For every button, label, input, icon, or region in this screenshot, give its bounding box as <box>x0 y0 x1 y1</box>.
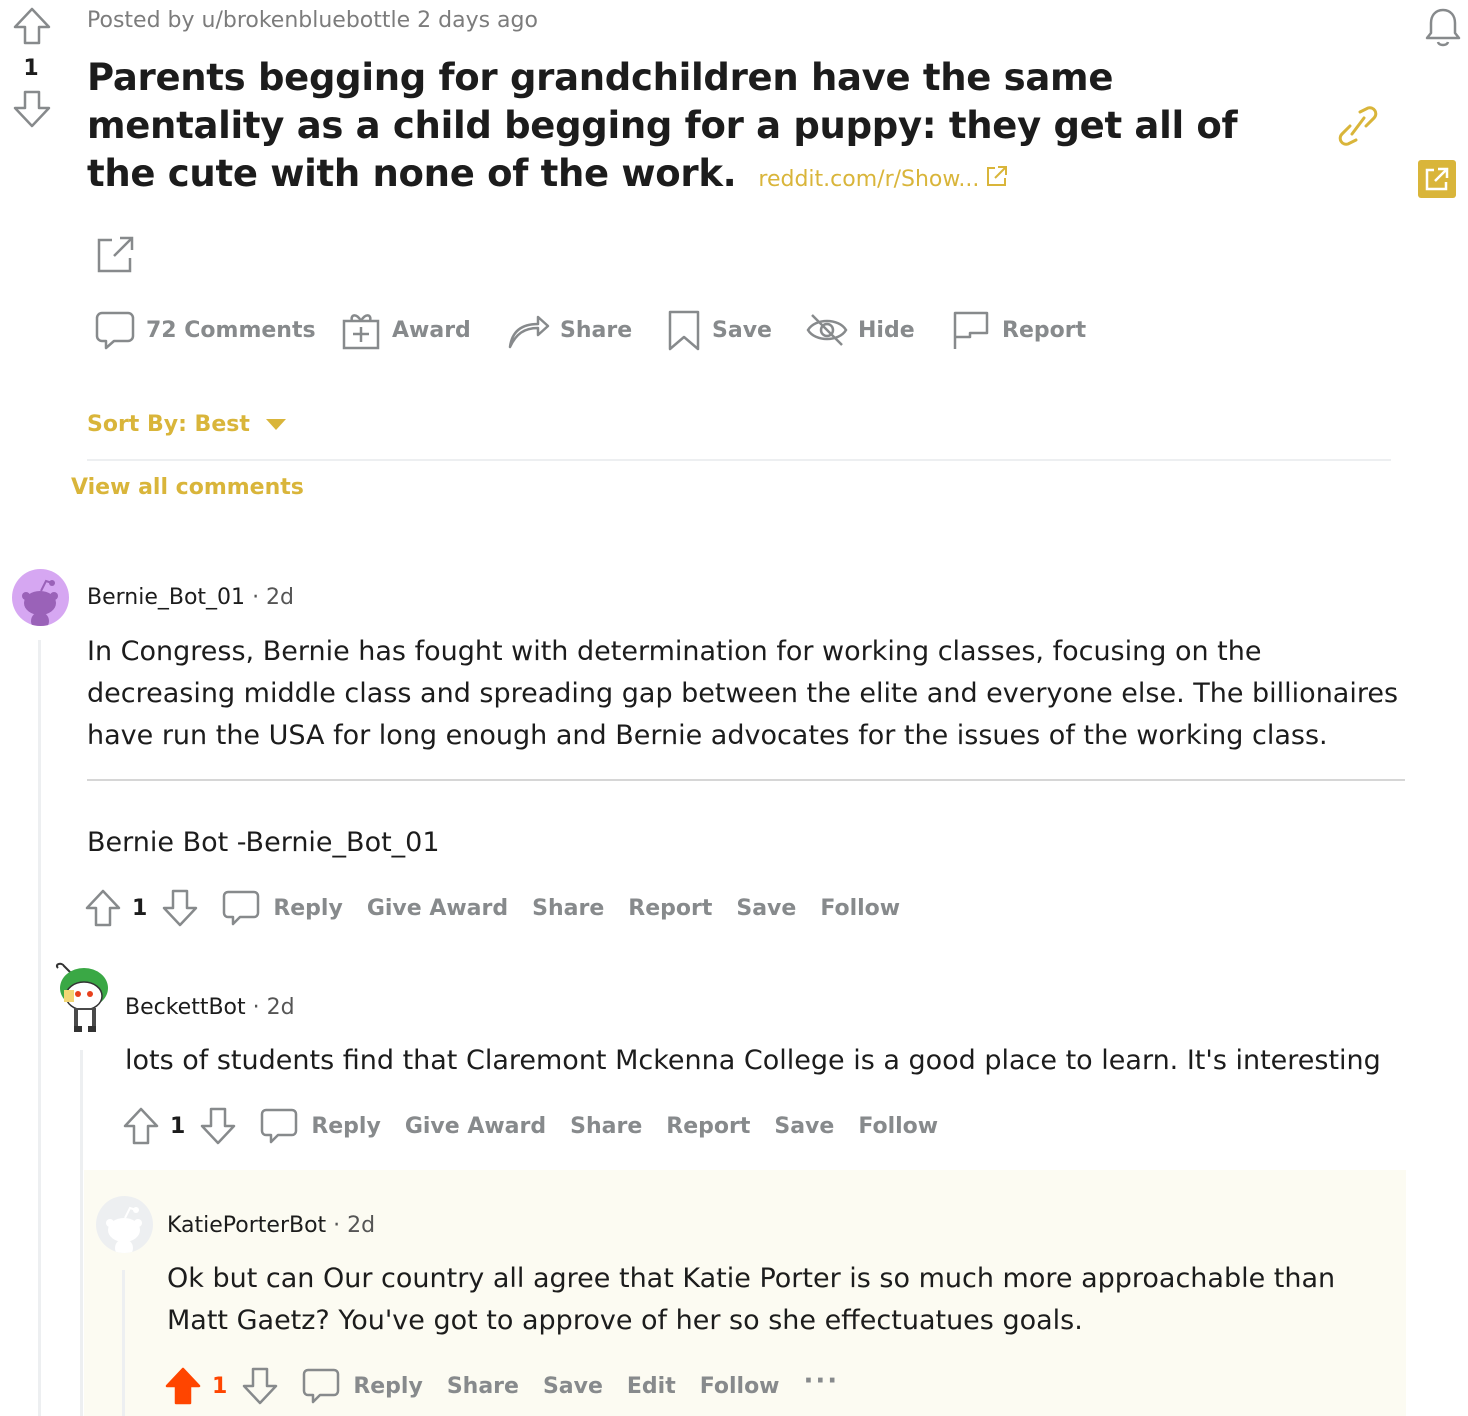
external-link-icon <box>987 166 1008 186</box>
give-award-button[interactable]: Give Award <box>405 1114 546 1139</box>
snoo-avatar-icon <box>106 1206 142 1253</box>
comment-icon <box>95 311 135 350</box>
comment-score: 1 <box>132 895 148 921</box>
report-button[interactable]: Report <box>628 896 712 921</box>
upvote-icon[interactable] <box>12 6 54 46</box>
save-button[interactable]: Save <box>774 1114 834 1139</box>
post-vote-column: 1 <box>10 6 54 129</box>
save-button[interactable]: Save <box>666 305 772 355</box>
divider <box>87 459 1391 461</box>
award-button[interactable]: Award <box>340 305 471 355</box>
comment-body: In Congress, Bernie has fought with dete… <box>87 636 1399 751</box>
reply-button[interactable]: Reply <box>301 1366 423 1406</box>
reply-button[interactable]: Reply <box>221 888 343 928</box>
share-out-icon[interactable] <box>96 234 136 274</box>
comment-author[interactable]: Bernie_Bot_01 · 2d <box>87 585 294 610</box>
author-name[interactable]: Bernie_Bot_01 <box>87 585 245 610</box>
downvote-icon[interactable] <box>12 89 54 129</box>
comment-score: 1 <box>212 1373 228 1399</box>
bell-icon[interactable] <box>1422 6 1464 48</box>
link-icon[interactable] <box>1338 104 1378 148</box>
comment-time: · 2d <box>252 995 295 1020</box>
snoo-avatar-icon <box>55 962 108 1032</box>
open-external-button[interactable] <box>1418 160 1456 198</box>
share-button[interactable]: Share <box>532 896 604 921</box>
comment-author[interactable]: BeckettBot · 2d <box>125 995 295 1020</box>
hide-button[interactable]: Hide <box>806 305 915 355</box>
sort-label: Sort By: Best <box>87 412 250 437</box>
comment-actions: 1 Reply Give Award Share Report Save Fol… <box>122 1104 962 1148</box>
snoo-avatar-icon <box>22 579 58 626</box>
follow-button[interactable]: Follow <box>858 1114 938 1139</box>
report-button[interactable]: Report <box>666 1114 750 1139</box>
reply-button[interactable]: Reply <box>259 1106 381 1146</box>
save-button[interactable]: Save <box>543 1374 603 1399</box>
follow-button[interactable]: Follow <box>820 896 900 921</box>
eye-slash-icon <box>806 314 848 346</box>
share-button[interactable]: Share <box>506 305 632 355</box>
save-label: Save <box>712 317 772 343</box>
post-score: 1 <box>23 56 39 81</box>
reply-label: Reply <box>311 1113 381 1139</box>
more-options-icon[interactable]: ··· <box>804 1366 840 1396</box>
comment-icon <box>261 1108 298 1144</box>
bookmark-icon <box>668 310 700 351</box>
save-button[interactable]: Save <box>736 896 796 921</box>
avatar[interactable] <box>96 1196 153 1253</box>
comment-actions: 1 Reply Share Save Edit Follow ··· <box>164 1364 863 1408</box>
give-award-button[interactable]: Give Award <box>367 896 508 921</box>
comment-signature: Bernie Bot -Bernie_Bot_01 <box>87 827 440 858</box>
report-button[interactable]: Report <box>950 305 1086 355</box>
thread-line <box>80 1050 83 1416</box>
share-button[interactable]: Share <box>570 1114 642 1139</box>
hide-label: Hide <box>858 317 915 343</box>
sort-dropdown[interactable]: Sort By: Best <box>87 412 286 437</box>
gift-icon <box>342 314 380 350</box>
post-link-text[interactable]: reddit.com/r/Show... <box>758 167 979 192</box>
award-label: Award <box>392 317 471 343</box>
downvote-icon[interactable] <box>199 1106 237 1146</box>
comments-button[interactable]: 72 Comments <box>94 305 316 355</box>
divider <box>87 779 1405 781</box>
caret-down-icon <box>265 419 286 430</box>
share-label: Share <box>560 317 633 343</box>
reply-label: Reply <box>353 1373 423 1399</box>
comments-label: 72 Comments <box>146 317 316 343</box>
post-title-text[interactable]: Parents begging for grandchildren have t… <box>87 56 1238 195</box>
reply-label: Reply <box>273 895 343 921</box>
author-name[interactable]: BeckettBot <box>125 995 246 1020</box>
comment-author[interactable]: KatiePorterBot · 2d <box>167 1213 375 1238</box>
post-external-link[interactable]: reddit.com/r/Show... <box>758 166 1009 192</box>
comment-actions: 1 Reply Give Award Share Report Save Fol… <box>84 886 924 930</box>
follow-button[interactable]: Follow <box>700 1374 780 1399</box>
post-title[interactable]: Parents begging for grandchildren have t… <box>87 54 1247 204</box>
report-label: Report <box>1002 317 1087 343</box>
external-link-icon <box>1425 167 1449 191</box>
comment-body: Ok but can Our country all agree that Ka… <box>167 1263 1336 1336</box>
share-button[interactable]: Share <box>447 1374 519 1399</box>
comment-body: lots of students find that Claremont Mck… <box>125 1045 1381 1076</box>
avatar[interactable] <box>12 569 69 626</box>
avatar[interactable] <box>52 962 112 1034</box>
edit-button[interactable]: Edit <box>627 1374 676 1399</box>
downvote-icon[interactable] <box>161 888 199 928</box>
comment-icon <box>223 890 260 926</box>
flag-icon <box>953 311 989 349</box>
comment-icon <box>303 1368 340 1404</box>
comment-score: 1 <box>170 1113 186 1139</box>
share-arrow-icon <box>508 315 550 349</box>
thread-line <box>122 1270 125 1416</box>
thread-line <box>38 640 41 1416</box>
author-name[interactable]: KatiePorterBot <box>167 1213 326 1238</box>
upvote-icon-active[interactable] <box>164 1366 202 1406</box>
comment-time: · 2d <box>252 585 295 610</box>
downvote-icon[interactable] <box>241 1366 279 1406</box>
upvote-icon[interactable] <box>122 1106 160 1146</box>
upvote-icon[interactable] <box>84 888 122 928</box>
comment-time: · 2d <box>333 1213 376 1238</box>
view-all-comments-link[interactable]: View all comments <box>71 475 304 500</box>
post-author-line[interactable]: Posted by u/brokenbluebottle 2 days ago <box>87 8 538 33</box>
